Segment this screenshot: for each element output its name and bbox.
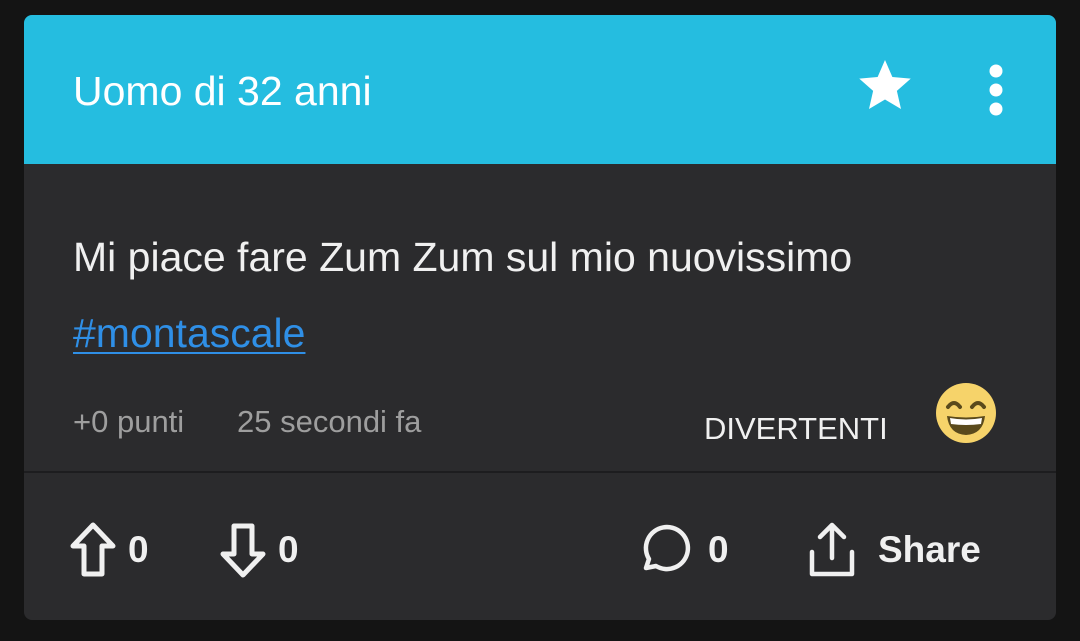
post-header: Uomo di 32 anni: [24, 15, 1056, 164]
post-text: Mi piace fare Zum Zum sul mio nuovissimo: [73, 234, 853, 280]
more-vertical-icon: [989, 64, 1003, 116]
upvote-count: 0: [128, 529, 149, 570]
favorite-button[interactable]: [850, 53, 920, 119]
more-options-button[interactable]: [972, 55, 1020, 125]
post-card: Uomo di 32 anni Mi piace fare Zum Zum su…: [24, 15, 1056, 620]
comment-count: 0: [708, 529, 729, 570]
post-points: +0 punti: [73, 404, 185, 439]
post-author-title: Uomo di 32 anni: [73, 68, 372, 114]
grinning-face-emoji: [936, 383, 996, 443]
downvote-count: 0: [278, 529, 299, 570]
arrow-up-icon: [70, 522, 116, 577]
hashtag-link[interactable]: #montascale: [73, 310, 305, 356]
share-label: Share: [878, 529, 981, 570]
share-icon: [809, 522, 855, 577]
post-timestamp: 25 secondi fa: [237, 404, 422, 439]
comment-bubble-icon: [643, 524, 691, 572]
category-label[interactable]: DIVERTENTI: [704, 410, 888, 448]
upvote-button[interactable]: 0: [68, 518, 149, 582]
arrow-down-icon: [220, 523, 266, 578]
star-icon: [859, 60, 911, 109]
comment-button[interactable]: 0: [636, 518, 729, 582]
downvote-button[interactable]: 0: [218, 518, 299, 582]
post-body: Mi piace fare Zum Zum sul mio nuovissimo…: [73, 219, 1003, 371]
share-button[interactable]: Share: [806, 518, 981, 582]
card-divider: [24, 471, 1056, 473]
